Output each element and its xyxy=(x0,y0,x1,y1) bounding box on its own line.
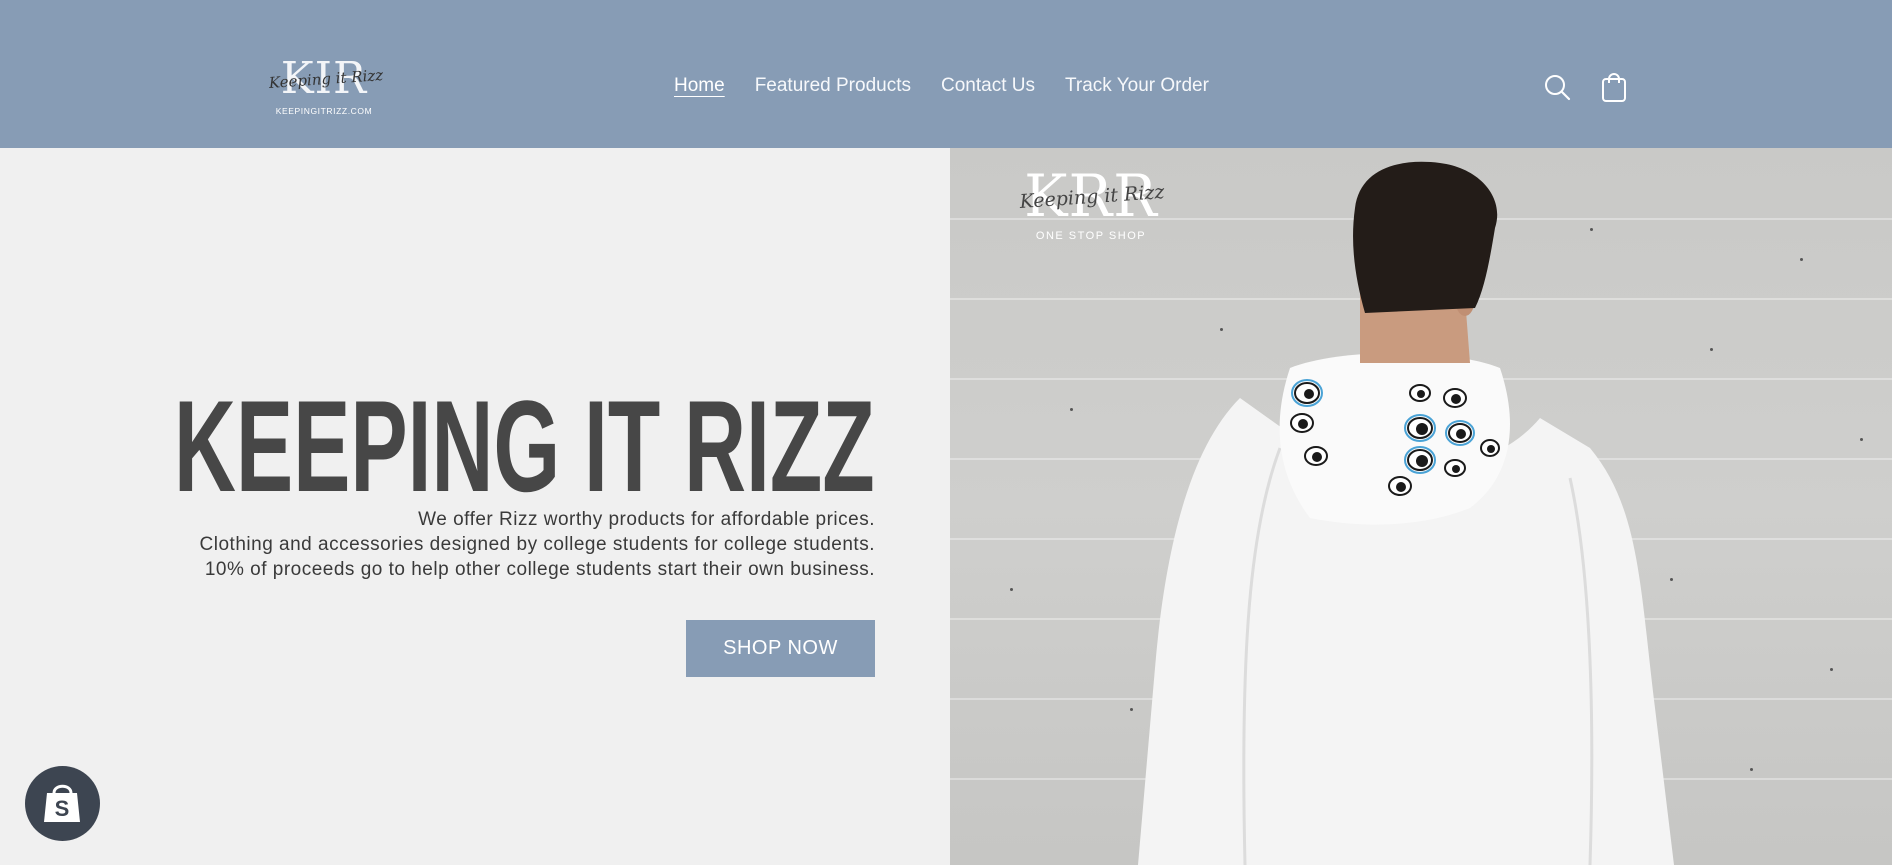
cart-button[interactable] xyxy=(1598,70,1630,104)
nav-featured-products[interactable]: Featured Products xyxy=(755,74,911,98)
nav-contact-us[interactable]: Contact Us xyxy=(941,74,1035,98)
hero-text-panel: KEEPING IT RIZZ We offer Rizz worthy pro… xyxy=(0,148,950,865)
hero-image: KRR Keeping it Rizz ONE STOP SHOP xyxy=(950,148,1892,865)
image-logo: KRR Keeping it Rizz ONE STOP SHOP xyxy=(1006,164,1176,244)
hoodie-model-illustration xyxy=(1138,161,1674,865)
site-logo[interactable]: KIR Keeping it Rizz KEEPINGITRIZZ.COM xyxy=(264,54,384,120)
nav-home[interactable]: Home xyxy=(674,74,725,98)
shopify-bag-letter: S xyxy=(55,796,70,821)
site-header: KIR Keeping it Rizz KEEPINGITRIZZ.COM Ho… xyxy=(0,0,1892,148)
search-button[interactable] xyxy=(1542,70,1574,104)
logo-url: KEEPINGITRIZZ.COM xyxy=(275,106,373,116)
image-logo-subtitle: ONE STOP SHOP xyxy=(1035,230,1147,242)
cart-icon xyxy=(1602,73,1626,102)
shopify-badge[interactable]: S xyxy=(25,766,100,841)
hero-line-3: 10% of proceeds go to help other college… xyxy=(204,559,875,580)
shop-now-button[interactable]: SHOP NOW xyxy=(686,620,875,677)
shopify-bag-icon: S xyxy=(44,784,80,822)
nav-track-order[interactable]: Track Your Order xyxy=(1065,74,1209,98)
main-nav: Home Featured Products Contact Us Track … xyxy=(674,74,1209,98)
hero-description: We offer Rizz worthy products for afford… xyxy=(200,507,875,582)
hero-line-1: We offer Rizz worthy products for afford… xyxy=(418,509,875,530)
search-icon xyxy=(1545,75,1571,101)
hero-title: KEEPING IT RIZZ xyxy=(174,373,875,519)
hero-line-2: Clothing and accessories designed by col… xyxy=(199,534,875,555)
